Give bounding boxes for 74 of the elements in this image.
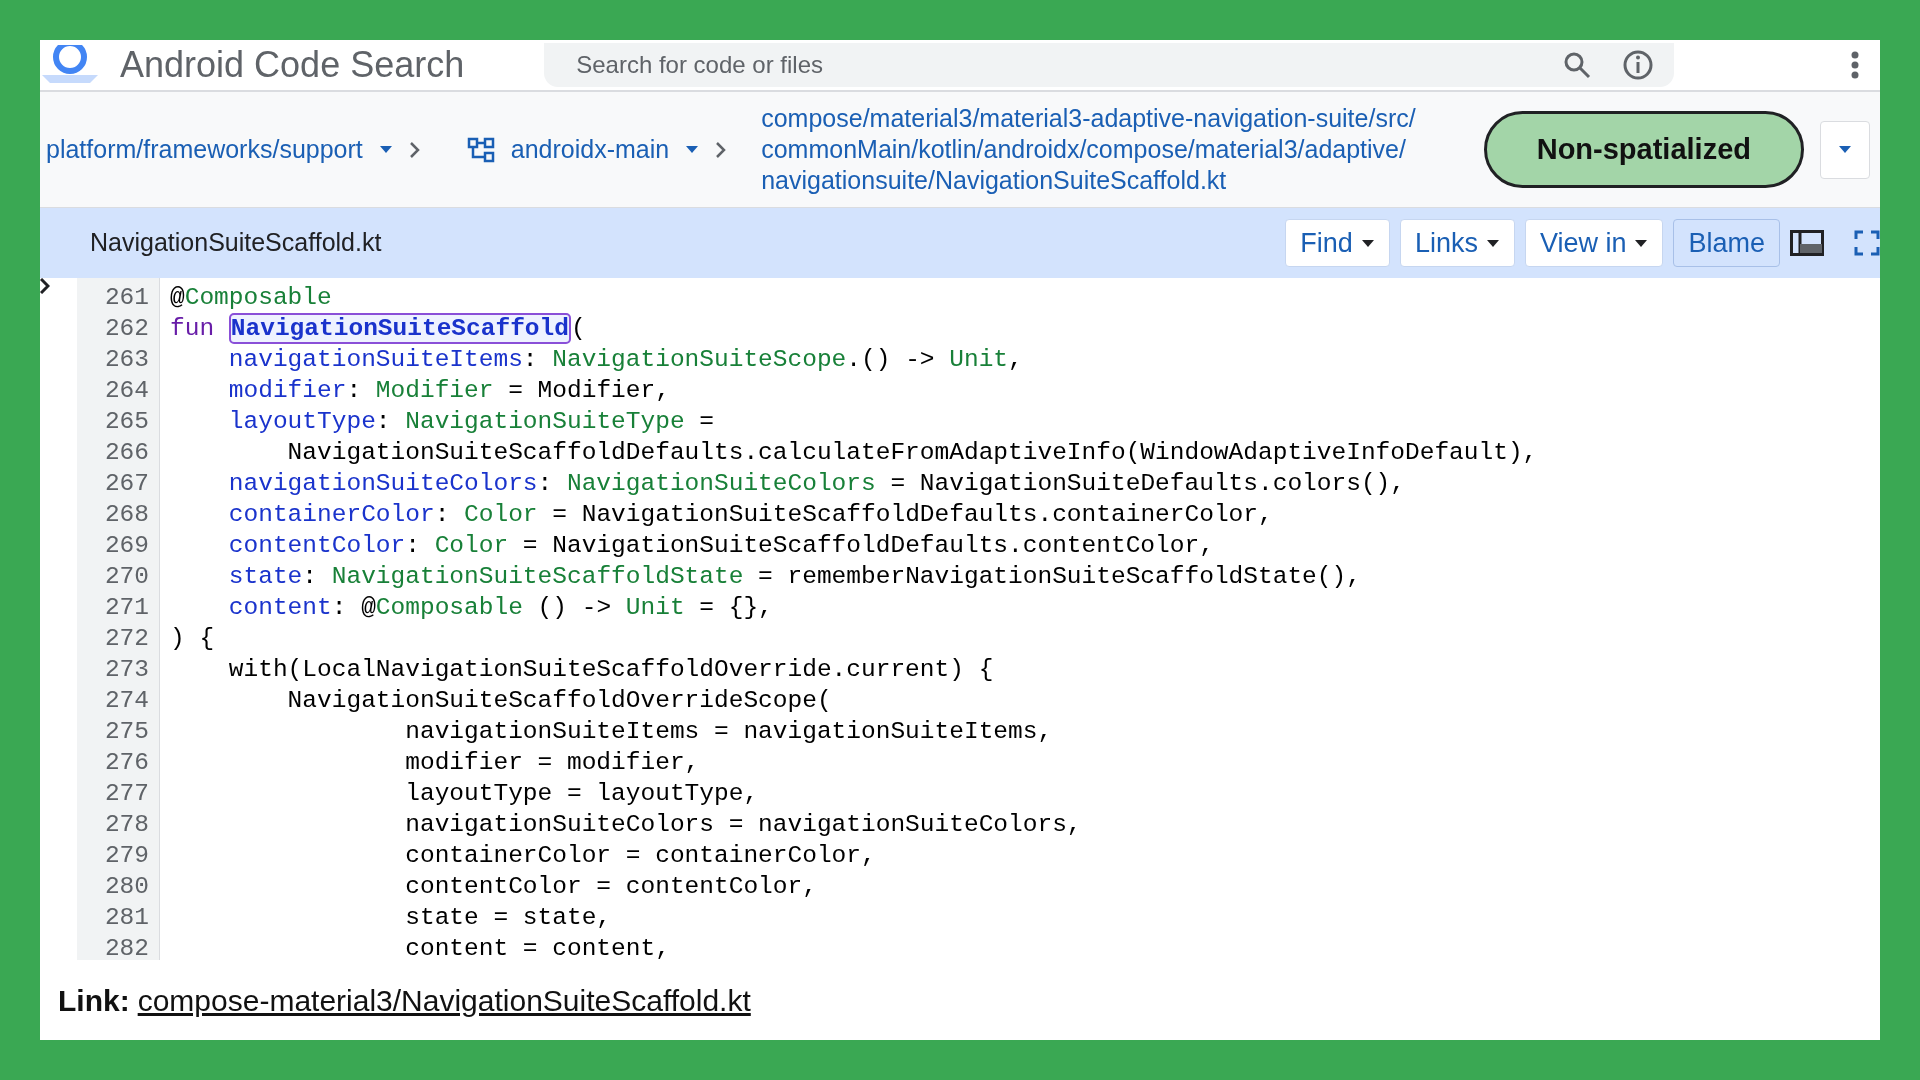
line-number: 272 [103,624,150,654]
line-number: 273 [103,655,150,685]
code-line: navigationSuiteItems: NavigationSuiteScope.() -> Unit, [227,345,1024,375]
caret-icon[interactable] [685,145,700,154]
code-line: navigationSuiteColors: NavigationSuiteColors = NavigationSuiteDefaults.colors(), [227,469,1407,499]
code-line: layoutType: NavigationSuiteType = [227,407,715,437]
caret-icon[interactable] [378,145,393,154]
chevron-icon [408,140,421,159]
caret-icon [1634,238,1649,248]
caret-icon [1485,238,1500,248]
code-line: contentColor: Color = NavigationSuiteScaffoldDefaults.contentColor, [227,531,1215,561]
code-line: @Composable [170,283,333,313]
code-line: content = content, [404,934,671,960]
more-icon[interactable] [1850,50,1860,80]
caption-link[interactable]: compose-material3/NavigationSuiteScaffold.kt [137,977,751,1023]
path-link[interactable]: compose/material3/material3-adaptive-navigation-suite/src/ [761,103,1416,134]
line-number: 261 [103,283,150,313]
line-number: 271 [103,593,150,623]
code-line: NavigationSuiteScaffoldOverrideScope( [286,686,833,716]
branch-icon [466,136,495,163]
toolbar-button[interactable]: Blame [1673,218,1780,268]
toolbar-button[interactable]: Links [1399,218,1515,268]
line-number: 278 [103,810,150,840]
line-number: 262 [103,314,150,344]
branch-link[interactable]: androidx-main [510,130,670,169]
code-line: containerColor: Color = NavigationSuiteScaffoldDefaults.containerColor, [227,500,1274,530]
chevron-icon [715,140,728,159]
line-number: 263 [103,345,150,375]
fullscreen-icon[interactable] [1854,230,1880,256]
line-number: 274 [103,686,150,716]
path-link[interactable]: navigationsuite/NavigationSuiteScaffold.kt [761,165,1416,196]
logo-icon [40,45,100,85]
line-number: 280 [103,872,150,902]
caret-icon [1838,145,1852,154]
line-number: 276 [103,748,150,778]
toolbar-button[interactable]: View in [1524,218,1664,268]
file-name: NavigationSuiteScaffold.kt [90,227,382,259]
app-title: Android Code Search [120,47,465,83]
info-icon[interactable] [1622,49,1655,81]
code-line: navigationSuiteItems = navigationSuiteItems, [404,717,1054,747]
code-line: ) { [170,624,216,654]
code-line: modifier: Modifier = Modifier, [227,376,671,406]
code-line: content: @Composable () -> Unit = {}, [227,593,774,623]
line-number: 264 [103,376,150,406]
code-line: modifier = modifier, [404,748,701,778]
code-line: with(LocalNavigationSuiteScaffoldOverride.current) { [227,655,995,685]
code-line: contentColor = contentColor, [404,872,818,902]
search-icon[interactable] [1562,50,1593,80]
status-badge: Non-spatialized [1483,110,1804,189]
line-number: 269 [103,531,150,561]
line-number: 266 [103,438,150,468]
line-number: 281 [103,903,150,933]
path-link[interactable]: commonMain/kotlin/androidx/compose/material3/adaptive/ [761,134,1416,165]
line-number: 275 [103,717,150,747]
code-line: layoutType = layoutType, [404,779,760,809]
toolbar-button[interactable]: Find [1285,218,1390,268]
line-number: 265 [103,407,150,437]
line-number: 277 [103,779,150,809]
code-line: state: NavigationSuiteScaffoldState = rememberNavigationSuiteScaffoldState(), [227,562,1362,592]
caption-label: Link: [58,982,130,1019]
caret-icon [1360,238,1375,248]
line-number: 282 [103,934,150,960]
code-line: navigationSuiteColors = navigationSuiteColors, [404,810,1083,840]
repo-link[interactable]: platform/frameworks/support [46,130,363,169]
search-field[interactable]: Search for code or files [574,46,1563,84]
line-number: 267 [103,469,150,499]
code-line: state = state, [404,903,613,933]
line-number: 270 [103,562,150,592]
line-number: 279 [103,841,150,871]
search-bar[interactable]: Search for code or files [544,43,1675,87]
layout-icon[interactable] [1790,230,1824,256]
code-line: containerColor = containerColor, [404,841,877,871]
code-line: NavigationSuiteScaffoldDefaults.calculateFromAdaptiveInfo(WindowAdaptiveInfoDefault), [286,438,1538,468]
line-number: 268 [103,500,150,530]
